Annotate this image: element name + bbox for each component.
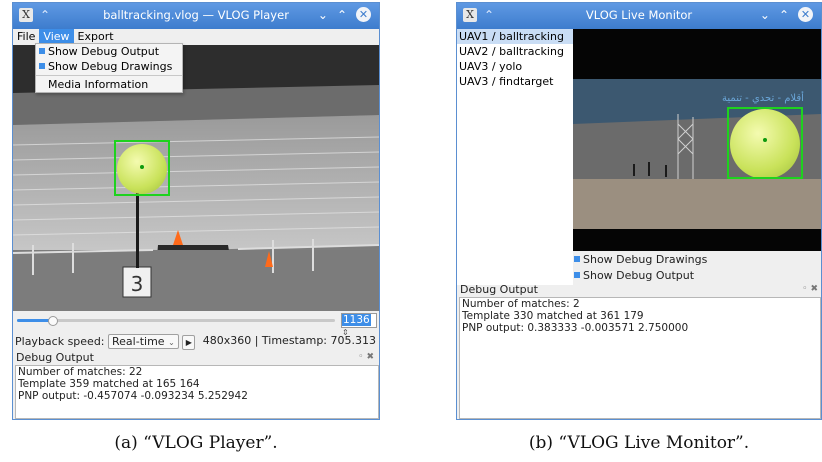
stream-item[interactable]: UAV3 / findtarget	[457, 74, 573, 89]
menu-item-label: Show Debug Drawings	[48, 60, 173, 73]
debug-line: PNP output: 0.383333 -0.003571 2.750000	[462, 322, 689, 334]
stream-list: UAV1 / balltracking UAV2 / balltracking …	[457, 29, 573, 285]
stream-item[interactable]: UAV2 / balltracking	[457, 44, 573, 59]
debug-output-header: Debug Output	[16, 351, 94, 364]
debug-output-panel: Number of matches: 2 Template 330 matche…	[459, 297, 821, 419]
detection-center-dot	[763, 138, 767, 142]
detection-bounding-box	[727, 107, 803, 179]
stream-item[interactable]: UAV3 / yolo	[457, 59, 573, 74]
combo-arrow-icon: ⌄	[168, 338, 175, 347]
chevron-up-icon[interactable]: ⌃	[779, 8, 789, 22]
dock-buttons[interactable]: ◦ ✖	[358, 352, 374, 362]
chevron-down-icon[interactable]: ⌄	[318, 8, 328, 22]
show-debug-output-checkbox[interactable]: Show Debug Output	[574, 269, 694, 282]
caption-left: (a) “VLOG Player”.	[114, 433, 278, 453]
slider-fill	[17, 319, 52, 322]
checkbox-checked-icon	[574, 256, 580, 262]
menu-separator	[36, 75, 182, 76]
playback-speed-label: Playback speed:	[15, 335, 105, 348]
monitor-titlebar[interactable]: X ⌃ VLOG Live Monitor ⌄ ⌃ ✕	[457, 3, 821, 29]
slider-handle[interactable]	[47, 316, 58, 326]
slider-track	[17, 319, 335, 322]
debug-line: Template 359 matched at 165 164	[18, 378, 200, 390]
debug-output-header: Debug Output	[460, 283, 538, 296]
vlog-live-monitor-window: X ⌃ VLOG Live Monitor ⌄ ⌃ ✕ UAV1 / ballt…	[456, 2, 822, 420]
close-icon[interactable]: ✕	[798, 7, 813, 22]
debug-line: Number of matches: 22	[18, 366, 143, 378]
debug-line: PNP output: -0.457074 -0.093234 5.252942	[18, 390, 248, 402]
stream-item[interactable]: UAV1 / balltracking	[457, 29, 573, 44]
vlog-player-window: X ⌃ balltracking.vlog — VLOG Player ⌄ ⌃ …	[12, 2, 380, 420]
status-text: 480x360 | Timestamp: 705.313	[202, 334, 376, 347]
playback-speed-value: Real-time	[112, 335, 165, 348]
live-video-frame: أقلام - تحدي - تنمية	[573, 29, 821, 251]
close-icon[interactable]: ✕	[356, 7, 371, 22]
checkbox-label: Show Debug Output	[583, 269, 695, 282]
frame-spin-value[interactable]: 1136	[342, 314, 371, 326]
checkbox-checked-icon	[39, 48, 45, 54]
sign-number: 3	[131, 272, 144, 296]
show-debug-drawings-checkbox[interactable]: Show Debug Drawings	[574, 253, 707, 266]
menu-item-media-information[interactable]: Media Information	[36, 77, 182, 92]
playback-speed-combo[interactable]: Real-time ⌄	[108, 334, 179, 349]
menu-item-label: Show Debug Output	[48, 45, 160, 58]
menu-item-show-debug-output[interactable]: Show Debug Output	[36, 44, 182, 59]
detection-center-dot	[140, 165, 144, 169]
playback-row: Playback speed: Real-time ⌄ ▶	[15, 334, 196, 350]
checkbox-checked-icon	[39, 63, 45, 69]
chevron-up-icon[interactable]: ⌃	[337, 8, 347, 22]
view-menu-dropdown: Show Debug Output Show Debug Drawings Me…	[35, 43, 183, 93]
frame-spinbox[interactable]: 1136 ⇕	[341, 313, 377, 337]
dock-buttons[interactable]: ◦ ✖	[802, 284, 818, 294]
caption-right: (b) “VLOG Live Monitor”.	[528, 433, 750, 453]
debug-output-panel: Number of matches: 22 Template 359 match…	[15, 365, 379, 419]
menu-item-show-debug-drawings[interactable]: Show Debug Drawings	[36, 59, 182, 74]
banner-text: أقلام - تحدي - تنمية	[722, 91, 804, 104]
debug-line: Number of matches: 2	[462, 298, 580, 310]
chevron-down-icon[interactable]: ⌄	[760, 8, 770, 22]
player-titlebar[interactable]: X ⌃ balltracking.vlog — VLOG Player ⌄ ⌃ …	[13, 3, 379, 29]
menu-item-label: Media Information	[48, 78, 149, 91]
checkbox-label: Show Debug Drawings	[583, 253, 708, 266]
debug-line: Template 330 matched at 361 179	[462, 310, 644, 322]
checkbox-checked-icon	[574, 272, 580, 278]
timeline-slider[interactable]	[17, 316, 335, 326]
play-icon[interactable]: ▶	[182, 335, 196, 350]
